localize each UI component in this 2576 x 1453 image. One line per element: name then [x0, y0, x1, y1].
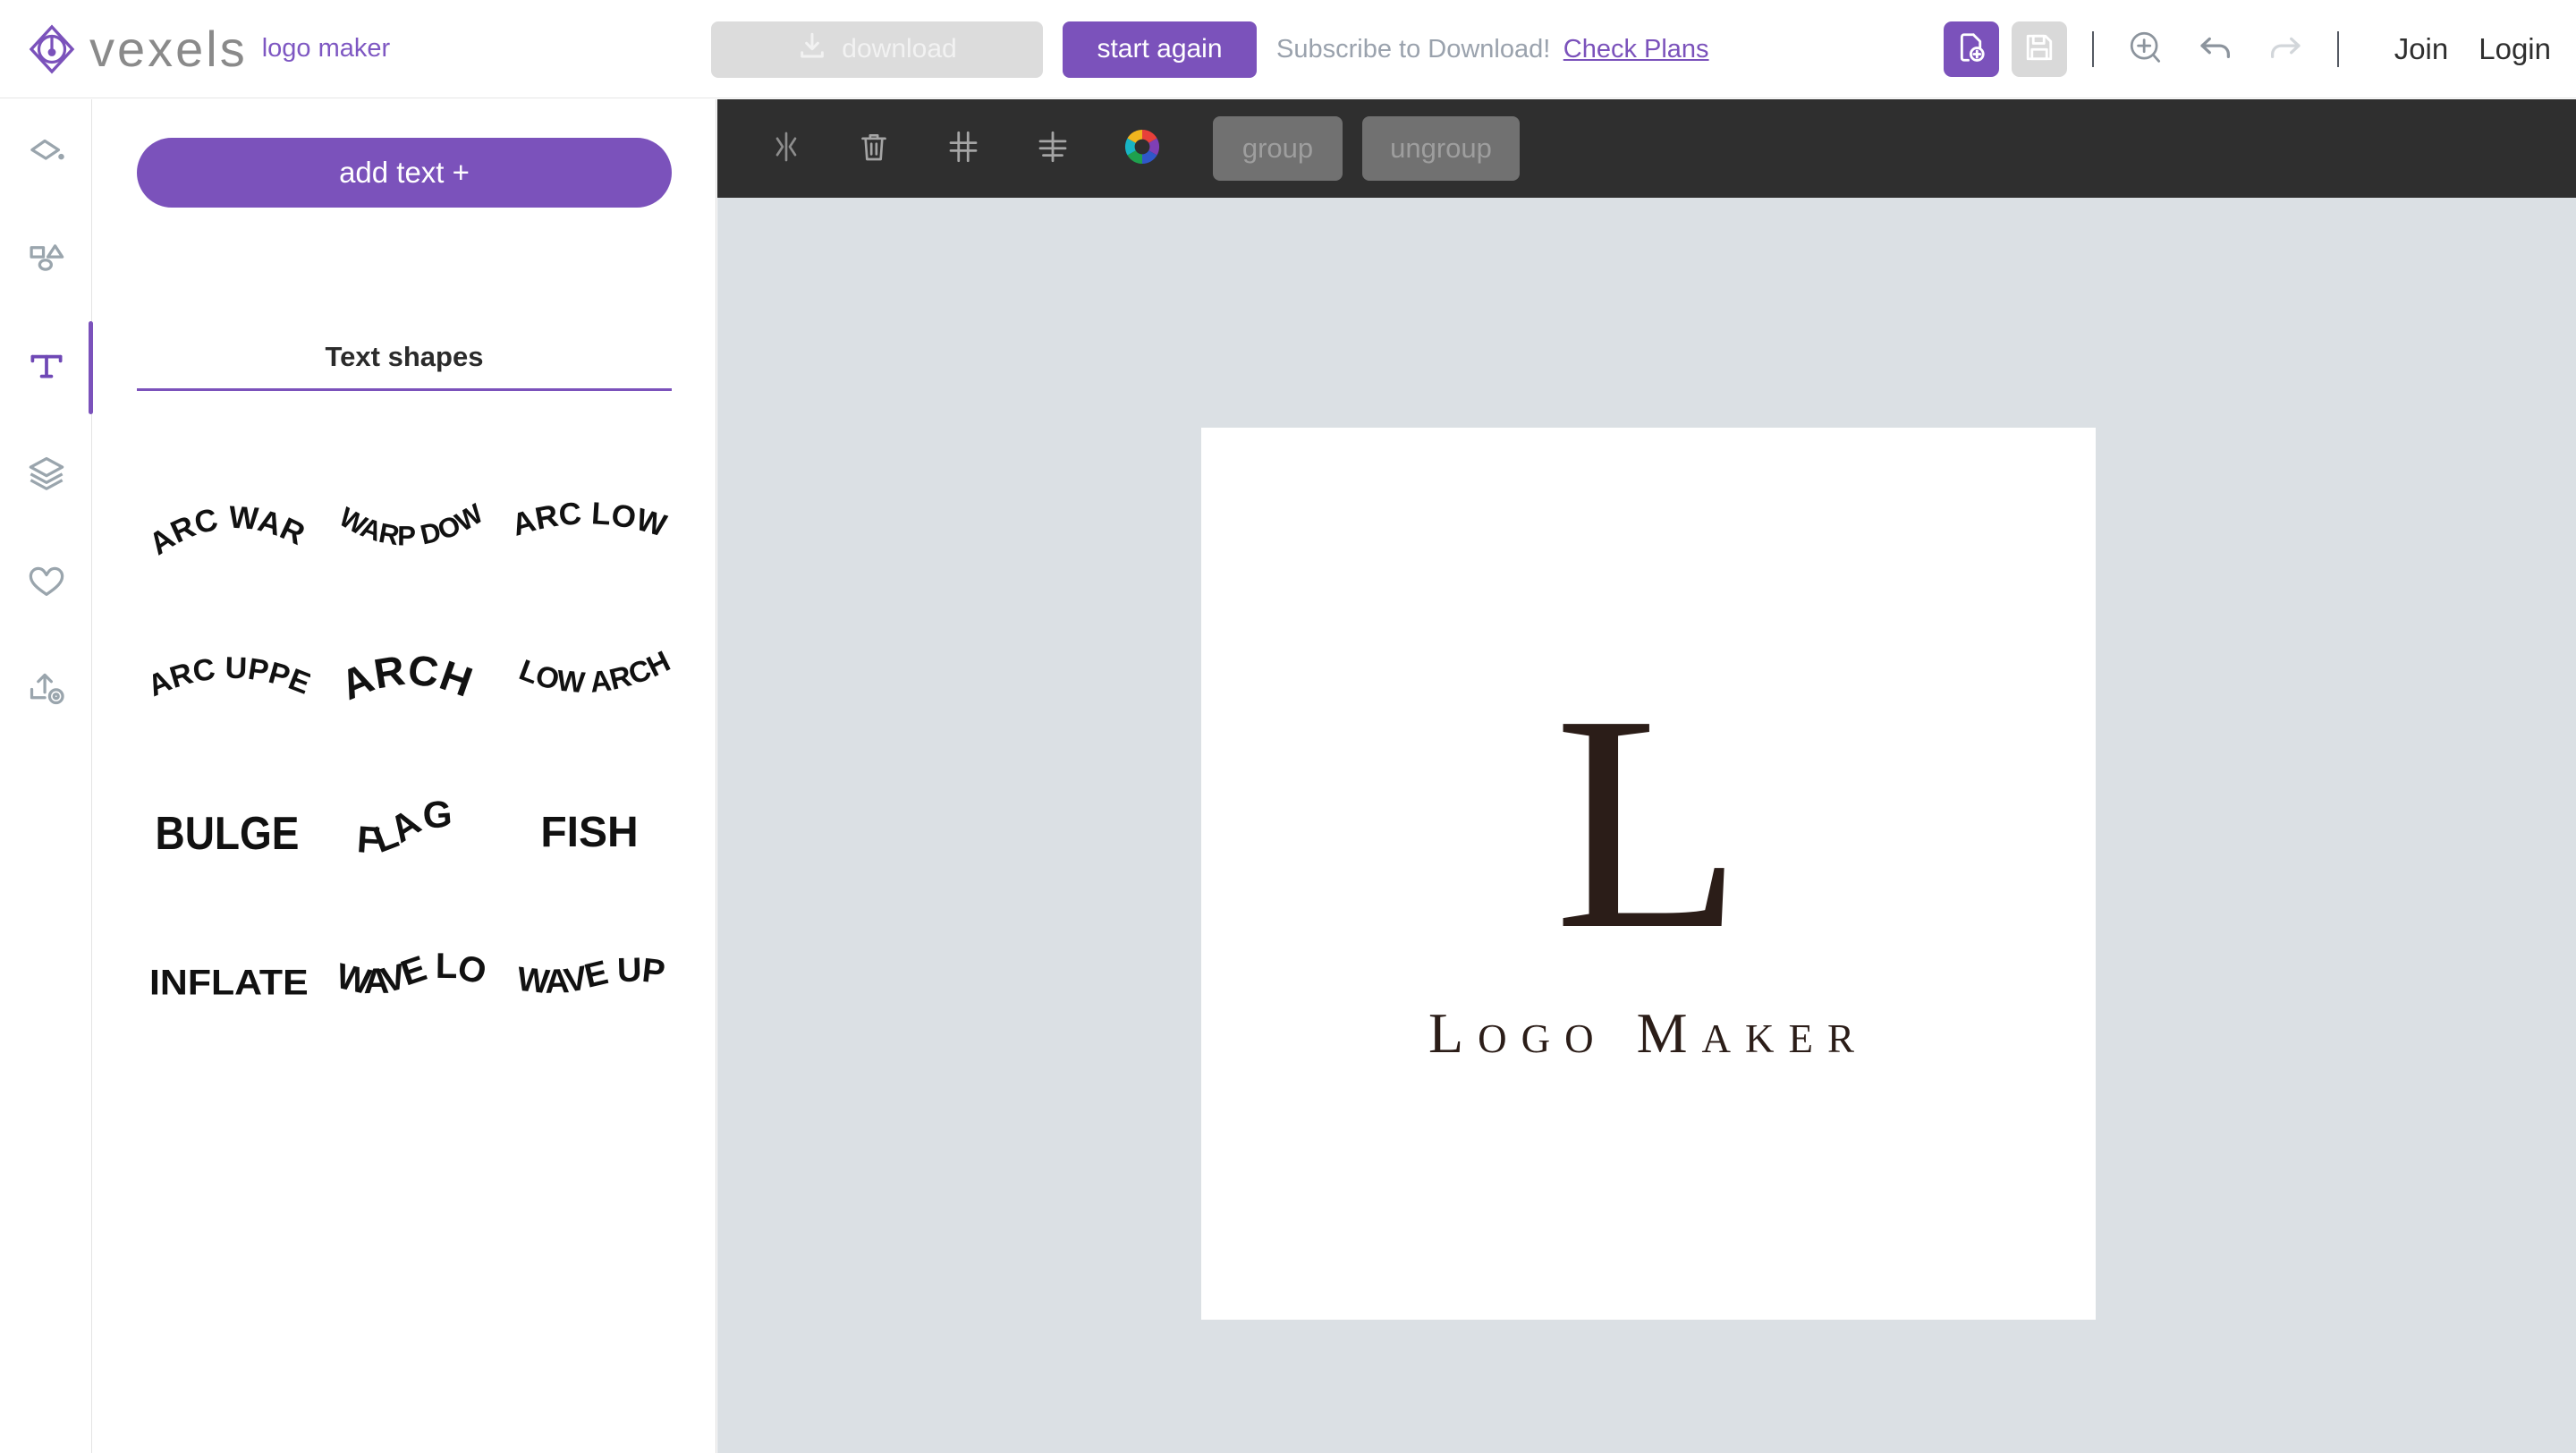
paint-bucket-icon — [26, 131, 67, 176]
brand-name: vexels — [89, 20, 248, 78]
header-actions: download start again Subscribe to Downlo… — [711, 0, 1709, 98]
align-vertical-button[interactable] — [930, 115, 996, 182]
text-shape-fish[interactable]: FISH — [499, 758, 681, 908]
start-again-button[interactable]: start again — [1063, 21, 1257, 78]
color-button[interactable] — [1109, 115, 1175, 182]
text-shape-wave-lower[interactable]: WAVE LOWER — [318, 908, 500, 1058]
logo-letter[interactable]: L — [1555, 681, 1743, 964]
delete-trash-icon — [856, 129, 892, 169]
text-shape-label: ARC LOWER — [507, 483, 670, 544]
svg-text:ARC WARP: ARC WARP — [145, 483, 310, 562]
text-shapes-grid: ARC WARP WARP DOWN ARC LOWER — [137, 457, 681, 1058]
join-link[interactable]: Join — [2394, 32, 2449, 66]
divider — [2092, 31, 2094, 67]
undo-icon — [2195, 27, 2236, 72]
text-shape-label: FISH — [540, 809, 638, 856]
text-shape-inflate[interactable]: INFLATE — [137, 908, 318, 1058]
tab-text-shapes[interactable]: Text shapes — [326, 341, 484, 372]
logo-wordmark[interactable]: Logo Maker — [1428, 1000, 1868, 1066]
layers-icon — [26, 453, 67, 498]
app-header: vexels logo maker download start again S… — [0, 0, 2576, 98]
sidebar-item-upload[interactable] — [0, 636, 92, 743]
sidebar-item-layers[interactable] — [0, 421, 92, 529]
zoom-in-icon — [2126, 28, 2165, 72]
new-file-icon — [1955, 31, 1987, 68]
shapes-icon — [26, 238, 67, 284]
svg-text:WAVE UPPER: WAVE UPPER — [507, 934, 666, 1001]
undo-button[interactable] — [2189, 22, 2242, 76]
heart-icon — [26, 560, 67, 606]
flip-horizontal-icon — [768, 129, 804, 169]
svg-text:ARC LOWER: ARC LOWER — [507, 483, 670, 544]
text-shape-flag[interactable]: FLAG — [318, 758, 500, 908]
subscribe-text: Subscribe to Download! — [1276, 35, 1550, 64]
brand-subtitle: logo maker — [262, 34, 390, 64]
group-button[interactable]: group — [1213, 116, 1343, 181]
check-plans-link[interactable]: Check Plans — [1563, 35, 1709, 64]
svg-text:ARCH: ARCH — [335, 646, 479, 710]
delete-button[interactable] — [841, 115, 907, 182]
canvas-toolbar: group ungroup — [717, 99, 2576, 198]
text-shape-arc-lower[interactable]: ARC LOWER — [499, 457, 681, 608]
text-shape-wave-upper[interactable]: WAVE UPPER — [499, 908, 681, 1058]
canvas-area[interactable]: L Logo Maker — [717, 198, 2576, 1453]
text-shape-label: LOW ARCH — [515, 644, 673, 700]
text-shape-label: ARC WARP — [145, 483, 310, 562]
sidebar-item-background[interactable] — [0, 99, 92, 207]
text-shape-label: WAVE LOWER — [326, 934, 489, 1002]
ungroup-button[interactable]: ungroup — [1362, 116, 1520, 181]
align-vertical-icon — [945, 128, 982, 170]
subscribe-notice: Subscribe to Download! Check Plans — [1276, 35, 1709, 64]
text-shape-label: WARP DOWN — [326, 483, 489, 552]
text-panel: add text + Text shapes ARC WARP WARP DOW… — [93, 99, 716, 1453]
color-wheel-icon — [1123, 127, 1162, 171]
align-horizontal-button[interactable] — [1020, 115, 1086, 182]
upload-icon — [26, 667, 67, 713]
text-shape-arc-upper[interactable]: ARC UPPER — [137, 608, 318, 758]
logo-design[interactable]: L Logo Maker — [1201, 428, 2096, 1320]
new-file-button[interactable] — [1944, 21, 1999, 77]
zoom-button[interactable] — [2119, 22, 2173, 76]
text-shape-arch[interactable]: ARCH — [318, 608, 500, 758]
align-horizontal-icon — [1034, 128, 1072, 170]
flip-horizontal-button[interactable] — [753, 115, 819, 182]
login-link[interactable]: Login — [2479, 32, 2551, 66]
text-t-icon — [24, 344, 69, 393]
svg-text:FLAG: FLAG — [356, 793, 453, 862]
svg-text:WARP DOWN: WARP DOWN — [326, 483, 489, 552]
sidebar-item-text[interactable] — [0, 314, 92, 421]
svg-text:LOW ARCH: LOW ARCH — [515, 644, 673, 700]
svg-text:ARC UPPER: ARC UPPER — [145, 633, 310, 703]
text-shape-label: BULGE — [155, 808, 299, 859]
text-shape-label: ARC UPPER — [145, 633, 310, 703]
redo-icon — [2265, 27, 2306, 72]
divider-2 — [2337, 31, 2339, 67]
text-shape-label: INFLATE — [149, 963, 309, 1002]
text-shape-arc-warp[interactable]: ARC WARP — [137, 457, 318, 608]
redo-button[interactable] — [2258, 22, 2312, 76]
artboard[interactable]: L Logo Maker — [1201, 428, 2096, 1320]
svg-text:WAVE LOWER: WAVE LOWER — [326, 934, 489, 1002]
download-button[interactable]: download — [711, 21, 1043, 78]
panel-tabs: Text shapes — [137, 341, 672, 391]
text-shape-label: FLAG — [356, 793, 453, 862]
download-icon — [797, 30, 827, 68]
save-disk-icon — [2023, 31, 2055, 68]
text-shape-warp-down[interactable]: WARP DOWN — [318, 457, 500, 608]
vexels-pen-nib-logo — [27, 24, 77, 74]
save-button[interactable] — [2012, 21, 2067, 77]
text-shape-bulge[interactable]: BULGE — [137, 758, 318, 908]
brand[interactable]: vexels logo maker — [27, 20, 390, 78]
text-shape-low-arch[interactable]: LOW ARCH — [499, 608, 681, 758]
sidebar-item-favorites[interactable] — [0, 529, 92, 636]
sidebar-item-shapes[interactable] — [0, 207, 92, 314]
header-tools: Join Login — [1944, 0, 2551, 98]
download-label: download — [842, 34, 956, 64]
tool-rail — [0, 99, 92, 1453]
add-text-button[interactable]: add text + — [137, 138, 672, 208]
text-shape-label: WAVE UPPER — [507, 934, 666, 1001]
text-shape-label: ARCH — [335, 646, 479, 710]
